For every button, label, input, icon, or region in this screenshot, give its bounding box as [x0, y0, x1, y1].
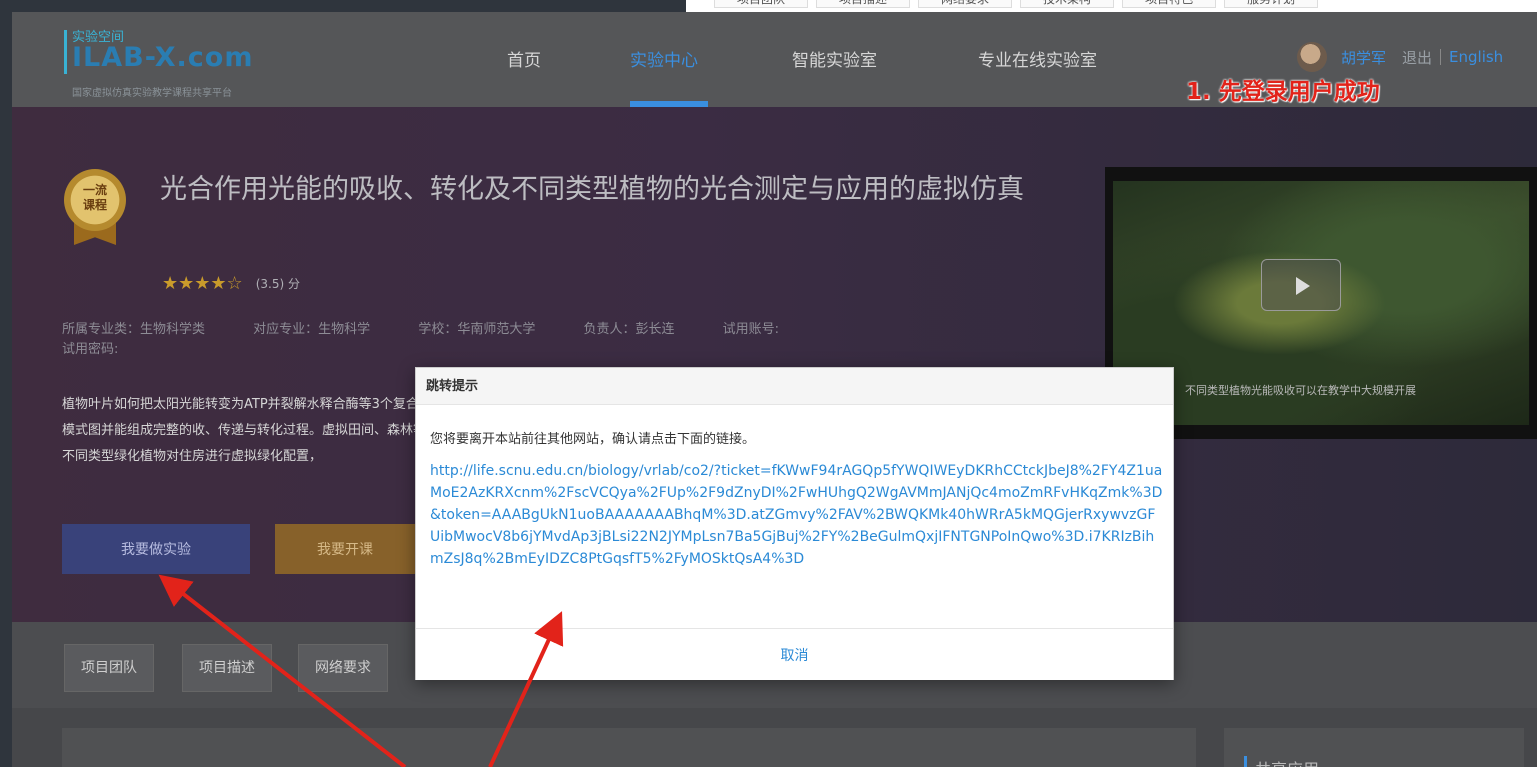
logo-en: ILAB-X.com: [72, 42, 254, 73]
user-area: 胡学军 退出 English: [1297, 42, 1503, 72]
screenshot-top-band: [0, 0, 686, 12]
logout-link[interactable]: 退出: [1402, 47, 1432, 68]
tab-team[interactable]: 项目团队: [64, 644, 154, 692]
language-link[interactable]: English: [1449, 48, 1503, 66]
rating-score: (3.5) 分: [255, 277, 300, 291]
meta-school: 学校：华南师范大学: [418, 322, 536, 337]
do-experiment-button[interactable]: 我要做实验: [62, 524, 250, 574]
site-logo[interactable]: 实验空间 ILAB-X.com 国家虚拟仿真实验教学课程共享平台: [64, 26, 324, 99]
divider: [1440, 49, 1442, 65]
nav-home[interactable]: 首页: [507, 46, 541, 71]
content-area: 共享应用: [12, 708, 1537, 767]
snippet-tab: 技术架构: [1020, 0, 1115, 8]
meta-leader: 负责人：彭长连: [583, 322, 675, 337]
snippet-tab: 项目特色: [1122, 0, 1217, 8]
meta-major-category: 所属专业类：生物科学类: [62, 322, 206, 337]
nav-experiment-center[interactable]: 实验中心: [630, 46, 698, 71]
rating: ★★★★☆ (3.5) 分: [162, 273, 300, 294]
logo-bar: [64, 30, 67, 74]
tab-description[interactable]: 项目描述: [182, 644, 272, 692]
snippet-tab: 项目描述: [816, 0, 911, 8]
redirect-dialog: 跳转提示 您将要离开本站前往其他网站，确认请点击下面的链接。 http://li…: [415, 367, 1174, 680]
meta-major: 对应专业：生物科学: [253, 322, 371, 337]
tab-network[interactable]: 网络要求: [298, 644, 388, 692]
sidebar-card: 共享应用: [1224, 728, 1524, 767]
play-icon[interactable]: [1261, 259, 1341, 311]
snippet-tab: 项目团队: [714, 0, 809, 8]
login-annotation: 1. 先登录用户成功: [1186, 79, 1380, 105]
sidebar-title: 共享应用: [1244, 756, 1319, 767]
course-title: 光合作用光能的吸收、转化及不同类型植物的光合测定与应用的虚拟仿真: [160, 174, 1024, 205]
rating-stars-icon: ★★★★☆: [162, 273, 243, 294]
meta-trial-account: 试用账号:: [722, 322, 780, 337]
cancel-button[interactable]: 取消: [416, 629, 1173, 680]
snippet-tab: 服务计划: [1224, 0, 1319, 8]
badge-text: 一流课程: [82, 183, 107, 212]
first-class-course-badge: 一流课程: [62, 169, 128, 249]
dialog-footer: 取消: [416, 628, 1173, 680]
previous-screenshot-snippet: 项目团队 项目描述 网络要求 技术架构 项目特色 服务计划: [686, 0, 1537, 12]
meta-trial-password: 试用密码:: [62, 342, 119, 357]
redirect-link[interactable]: http://life.scnu.edu.cn/biology/vrlab/co…: [430, 460, 1165, 570]
snippet-tab: 网络要求: [918, 0, 1013, 8]
course-meta: 所属专业类：生物科学类 对应专业：生物科学 学校：华南师范大学 负责人：彭长连 …: [62, 320, 962, 360]
dialog-title: 跳转提示: [416, 368, 1173, 405]
avatar[interactable]: [1297, 42, 1327, 72]
nav-smart-lab[interactable]: 智能实验室: [792, 46, 877, 71]
user-name[interactable]: 胡学军: [1341, 47, 1386, 68]
dialog-message: 您将要离开本站前往其他网站，确认请点击下面的链接。: [430, 432, 756, 447]
logo-subtitle: 国家虚拟仿真实验教学课程共享平台: [72, 88, 232, 99]
content-card: [62, 728, 1196, 767]
nav-online-lab[interactable]: 专业在线实验室: [978, 46, 1097, 71]
screenshot-edge: [0, 0, 12, 767]
teach-course-button[interactable]: 我要开课: [275, 524, 415, 574]
video-caption: 不同类型植物光能吸收可以在教学中大规模开展: [1185, 384, 1416, 397]
